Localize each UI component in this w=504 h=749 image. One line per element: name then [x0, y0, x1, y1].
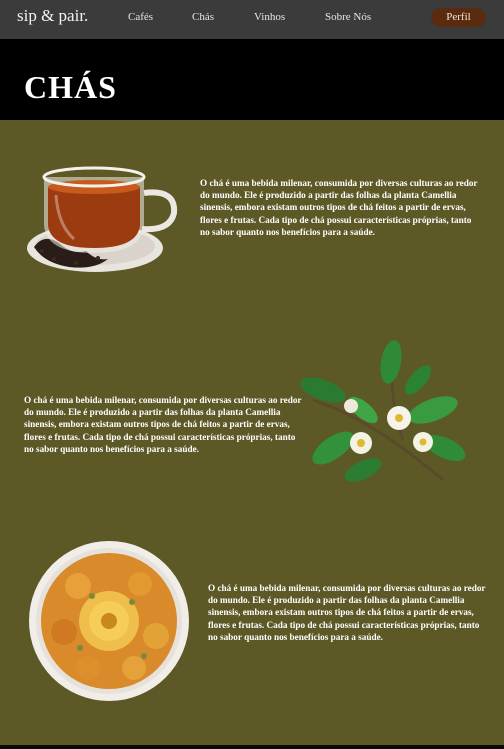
tea-plant-icon	[300, 340, 466, 482]
nav-link-sobre-nos[interactable]: Sobre Nós	[325, 11, 371, 23]
top-navbar: sip & pair. Cafés Chás Vinhos Sobre Nós …	[0, 0, 504, 39]
tea-plant-image	[293, 340, 473, 490]
page-bottom-edge	[0, 745, 504, 749]
profile-button[interactable]: Perfil	[431, 8, 486, 27]
nav-link-vinhos[interactable]: Vinhos	[254, 11, 285, 23]
nav-link-cafes[interactable]: Cafés	[128, 11, 153, 23]
tea-description-2: O chá é uma bebida milenar, consumida po…	[24, 395, 302, 454]
tea-description-1: O chá é uma bebida milenar, consumida po…	[200, 178, 478, 237]
page-hero: CHÁS	[0, 39, 504, 120]
dried-flowers-image	[28, 540, 190, 702]
page-title: CHÁS	[24, 69, 117, 105]
tea-description-3: O chá é uma bebida milenar, consumida po…	[208, 583, 486, 642]
dried-flowers-icon	[29, 541, 189, 701]
tea-cup-image	[24, 155, 184, 280]
nav-link-chas[interactable]: Chás	[192, 11, 214, 23]
site-logo[interactable]: sip & pair.	[17, 6, 88, 26]
tea-cup-icon	[27, 166, 178, 272]
